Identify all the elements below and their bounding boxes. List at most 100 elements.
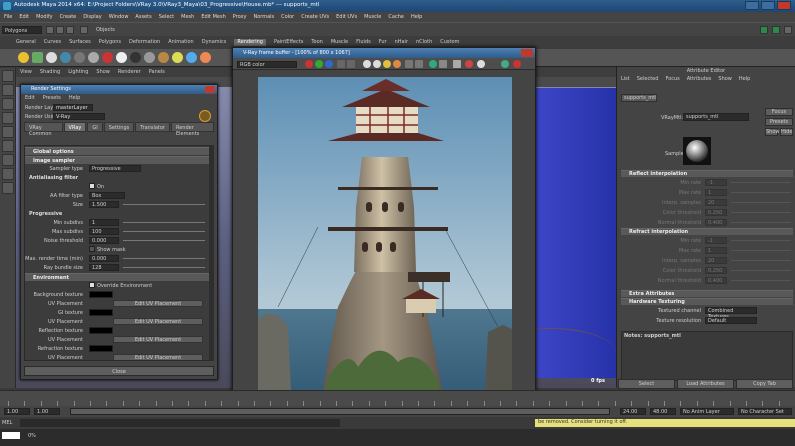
close-button[interactable] [777, 1, 791, 10]
selection-mode-label[interactable]: Objects [96, 27, 115, 33]
environment-section[interactable]: Environment [25, 273, 209, 281]
refract-max-rate-input[interactable]: 1 [705, 247, 727, 254]
textured-channel-dropdown[interactable]: Combined Textures [705, 307, 757, 320]
viewport-menu-view[interactable]: View [20, 69, 32, 76]
shelf-material-icon[interactable] [158, 52, 169, 63]
show-button[interactable]: Show [765, 128, 780, 136]
render-settings-titlebar[interactable]: Render Settings [21, 85, 217, 94]
select-button[interactable]: Select [618, 379, 675, 389]
reflection-texture-swatch[interactable] [89, 327, 113, 334]
shelf-tab-custom[interactable]: Custom [440, 39, 459, 46]
menu-display[interactable]: Display [83, 14, 101, 20]
shelf-fur-icon[interactable] [200, 52, 211, 63]
ab-compare-icon[interactable] [439, 60, 447, 68]
lens-effects-icon[interactable] [383, 60, 391, 68]
shelf-shader-icon[interactable] [88, 52, 99, 63]
refract-interp-samples-input[interactable]: 20 [705, 257, 727, 264]
current-start-field[interactable]: 1.00 [34, 408, 60, 415]
ae-menu-help[interactable]: Help [739, 76, 750, 83]
aa-on-checkbox[interactable] [89, 183, 95, 189]
ae-menu-show[interactable]: Show [718, 76, 732, 83]
render-menu-presets[interactable]: Presets [43, 95, 61, 102]
render-tab-gi[interactable]: GI [87, 122, 103, 132]
sampler-type-dropdown[interactable]: Progressive [89, 165, 141, 172]
shelf-tab-polygons[interactable]: Polygons [99, 39, 121, 46]
refract-interp-section[interactable]: Refract interpolation [621, 228, 793, 235]
menu-muscle[interactable]: Muscle [364, 14, 381, 20]
refract-color-threshold-slider[interactable] [731, 270, 791, 271]
reflect-normal-threshold-slider[interactable] [731, 222, 791, 223]
image-sampler-section[interactable]: Image sampler [25, 156, 209, 164]
save-scene-icon[interactable] [66, 26, 74, 34]
global-options-section[interactable]: Global options [25, 147, 209, 155]
maximize-button[interactable] [761, 1, 775, 10]
color-correction-icon[interactable] [393, 60, 401, 68]
hardware-texturing-section[interactable]: Hardware Texturing [621, 298, 793, 305]
shelf-camera-icon[interactable] [60, 52, 71, 63]
shelf-render-icon[interactable] [74, 52, 85, 63]
max-subdivs-slider[interactable] [123, 231, 205, 232]
reflect-max-rate-slider[interactable] [731, 192, 791, 193]
render-icon[interactable] [772, 26, 780, 34]
shelf-env-icon[interactable] [186, 52, 197, 63]
noise-threshold-slider[interactable] [123, 240, 205, 241]
shelf-tab-curves[interactable]: Curves [44, 39, 61, 46]
green-channel-icon[interactable] [315, 60, 323, 68]
shelf-tab-dynamics[interactable]: Dynamics [202, 39, 227, 46]
render-tab-translator[interactable]: Translator [135, 122, 170, 132]
menu-edit-mesh[interactable]: Edit Mesh [201, 14, 225, 20]
mel-label[interactable]: MEL [2, 420, 12, 426]
focus-button[interactable]: Focus [765, 108, 793, 116]
refraction-texture-swatch[interactable] [89, 345, 113, 352]
menu-window[interactable]: Window [109, 14, 129, 20]
render-menu-edit[interactable]: Edit [25, 95, 35, 102]
stamp-icon[interactable] [453, 60, 461, 68]
reflect-interp-samples-slider[interactable] [731, 202, 791, 203]
render-view-icon[interactable] [760, 26, 768, 34]
render-image[interactable] [258, 77, 512, 412]
clear-image-icon[interactable] [347, 60, 355, 68]
new-scene-icon[interactable] [46, 26, 54, 34]
refract-normal-threshold-input[interactable]: 0.400 [705, 277, 727, 284]
texture-resolution-dropdown[interactable]: Default [705, 317, 757, 324]
gi-edit-uv-button[interactable]: Edit UV Placement [113, 318, 203, 325]
render-tab-settings[interactable]: Settings [103, 122, 135, 132]
override-env-checkbox[interactable] [89, 282, 95, 288]
refract-min-rate-input[interactable]: -1 [705, 237, 727, 244]
size-slider[interactable] [123, 204, 205, 205]
shelf-light2-icon[interactable] [172, 52, 183, 63]
time-slider[interactable] [0, 390, 795, 406]
refract-min-rate-slider[interactable] [731, 240, 791, 241]
render-tab-vray[interactable]: VRay [63, 122, 87, 132]
layout-single-icon[interactable] [2, 154, 14, 166]
hide-button[interactable]: Hide [780, 128, 793, 136]
layout-two-icon[interactable] [2, 182, 14, 194]
menu-modify[interactable]: Modify [36, 14, 53, 20]
ipr-fb-icon[interactable] [501, 60, 509, 68]
shelf-tab-muscle[interactable]: Muscle [331, 39, 348, 46]
gi-texture-swatch[interactable] [89, 309, 113, 316]
command-input[interactable] [20, 419, 340, 427]
render-settings-close-icon[interactable] [205, 86, 215, 93]
render-tab-render-elements[interactable]: Render Elements [170, 122, 214, 137]
aa-filter-type-dropdown[interactable]: Box [89, 192, 125, 199]
linkage-icon[interactable] [429, 60, 437, 68]
viewport-menu-show[interactable]: Show [96, 69, 110, 76]
render-using-dropdown[interactable]: V-Ray [53, 113, 105, 120]
noise-threshold-input[interactable]: 0.000 [89, 237, 119, 244]
menu-color[interactable]: Color [281, 14, 294, 20]
ae-menu-list[interactable]: List [621, 76, 630, 83]
move-tool-icon[interactable] [2, 112, 14, 124]
ae-menu-focus[interactable]: Focus [665, 76, 679, 83]
frame-buffer-titlebar[interactable]: V-Ray frame buffer - [100% of 800 x 1067… [233, 48, 535, 58]
max-render-time-input[interactable]: 0.000 [89, 255, 119, 262]
open-scene-icon[interactable] [56, 26, 64, 34]
shelf-tab-painteffects[interactable]: PaintEffects [274, 39, 303, 46]
shelf-tab-surfaces[interactable]: Surfaces [69, 39, 91, 46]
channel-dropdown[interactable]: RGB color [237, 61, 297, 68]
reflect-interp-section[interactable]: Reflect interpolation [621, 170, 793, 177]
shelf-sphere-dark-icon[interactable] [130, 52, 141, 63]
viewport-menu-shading[interactable]: Shading [40, 69, 60, 76]
refr-edit-uv-button[interactable]: Edit UV Placement [113, 354, 203, 360]
history-icon[interactable] [405, 60, 413, 68]
